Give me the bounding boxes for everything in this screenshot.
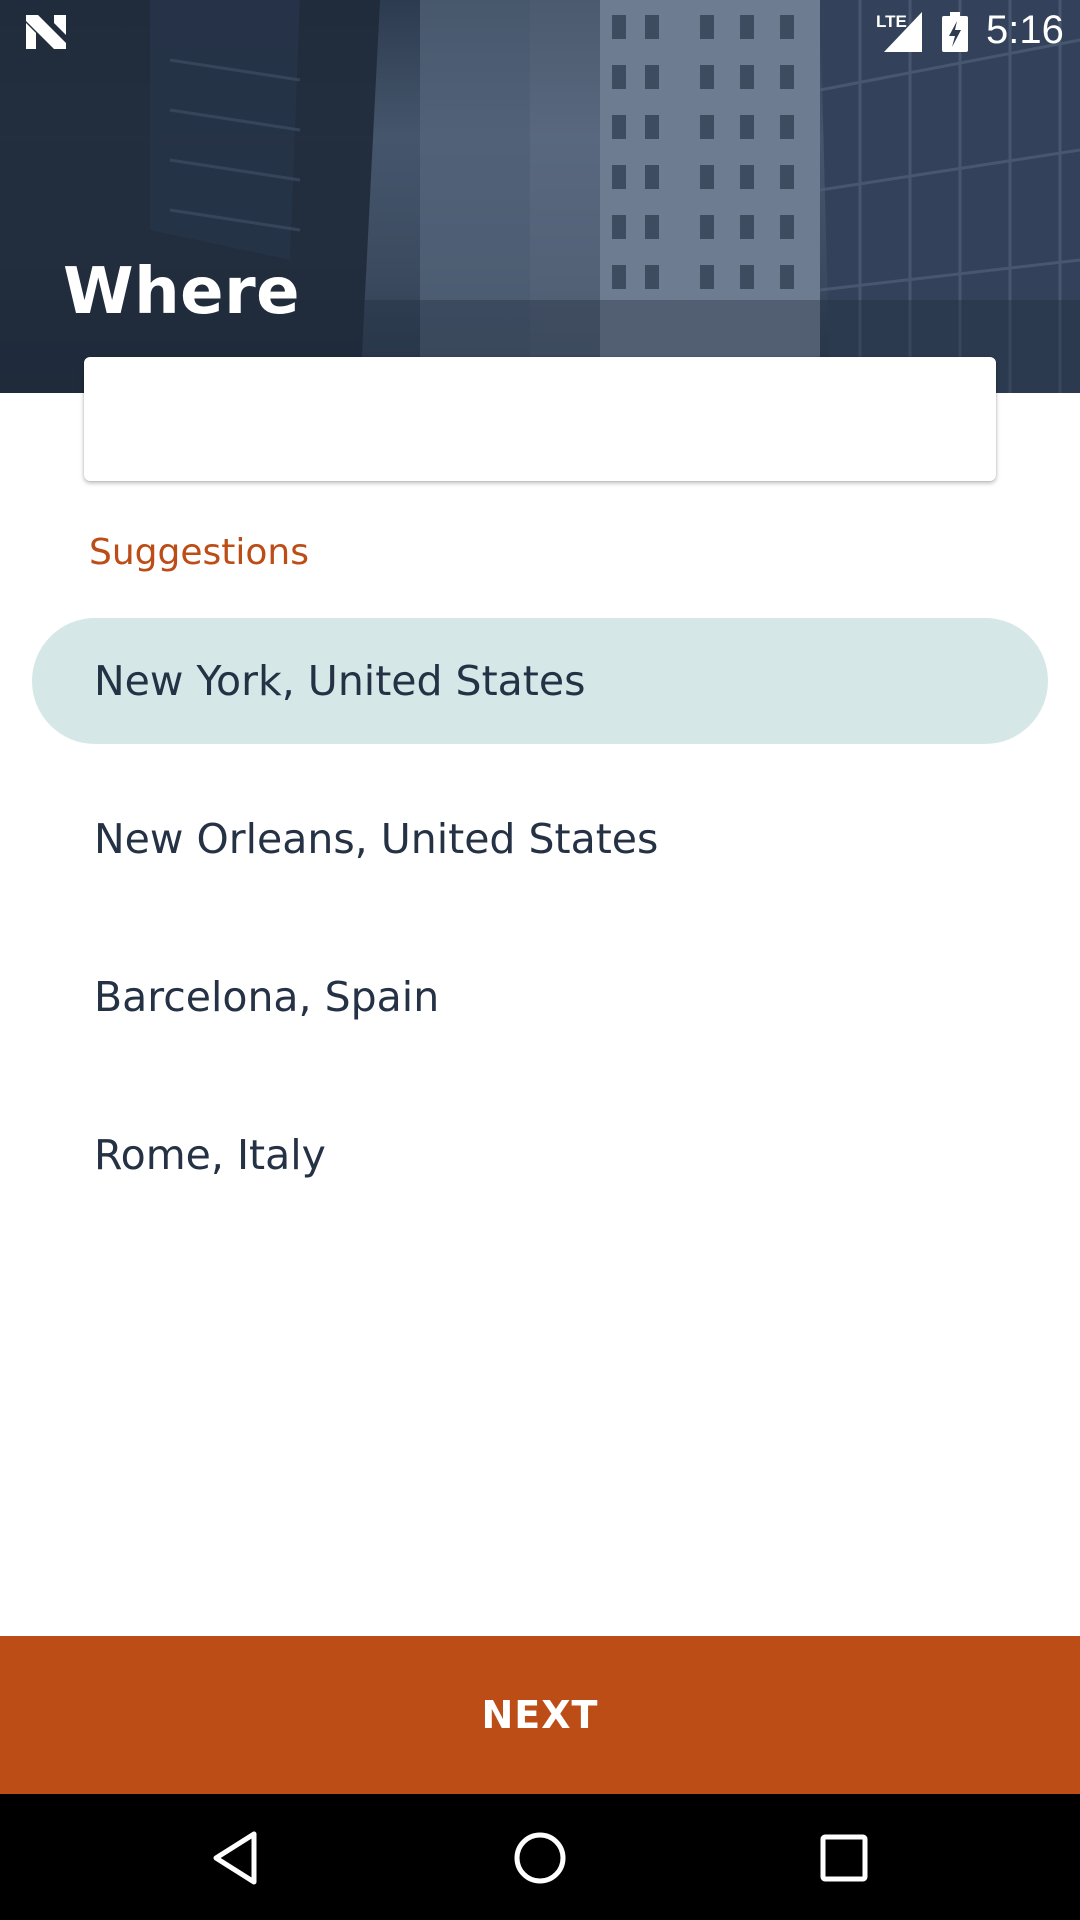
battery-charging-icon [942,12,968,52]
signal-icon [884,12,922,52]
home-icon[interactable] [510,1828,570,1888]
navigation-bar [0,1794,1080,1920]
suggestion-label: Rome, Italy [94,1131,326,1179]
suggestion-label: New York, United States [94,657,586,705]
suggestion-item-new-york[interactable]: New York, United States [32,618,1048,744]
suggestion-label: Barcelona, Spain [94,973,440,1021]
header-banner: LTE 5:16 Where [0,0,1080,393]
suggestion-item-rome[interactable]: Rome, Italy [32,1092,1048,1218]
suggestion-label: New Orleans, United States [94,815,659,863]
status-bar: LTE 5:16 [0,0,1080,63]
next-button[interactable]: NEXT [0,1636,1080,1794]
clock: 5:16 [986,8,1064,52]
suggestion-item-barcelona[interactable]: Barcelona, Spain [32,934,1048,1060]
page-title: Where [63,255,301,329]
recents-icon[interactable] [814,1828,874,1888]
n-logo-icon [26,15,66,49]
suggestion-item-new-orleans[interactable]: New Orleans, United States [32,776,1048,902]
screen: LTE 5:16 Where Suggestions New York, Uni… [0,0,1080,1920]
back-icon[interactable] [206,1828,266,1888]
search-input[interactable] [84,357,996,481]
suggestions-label: Suggestions [89,532,309,573]
search-card[interactable] [84,357,996,481]
